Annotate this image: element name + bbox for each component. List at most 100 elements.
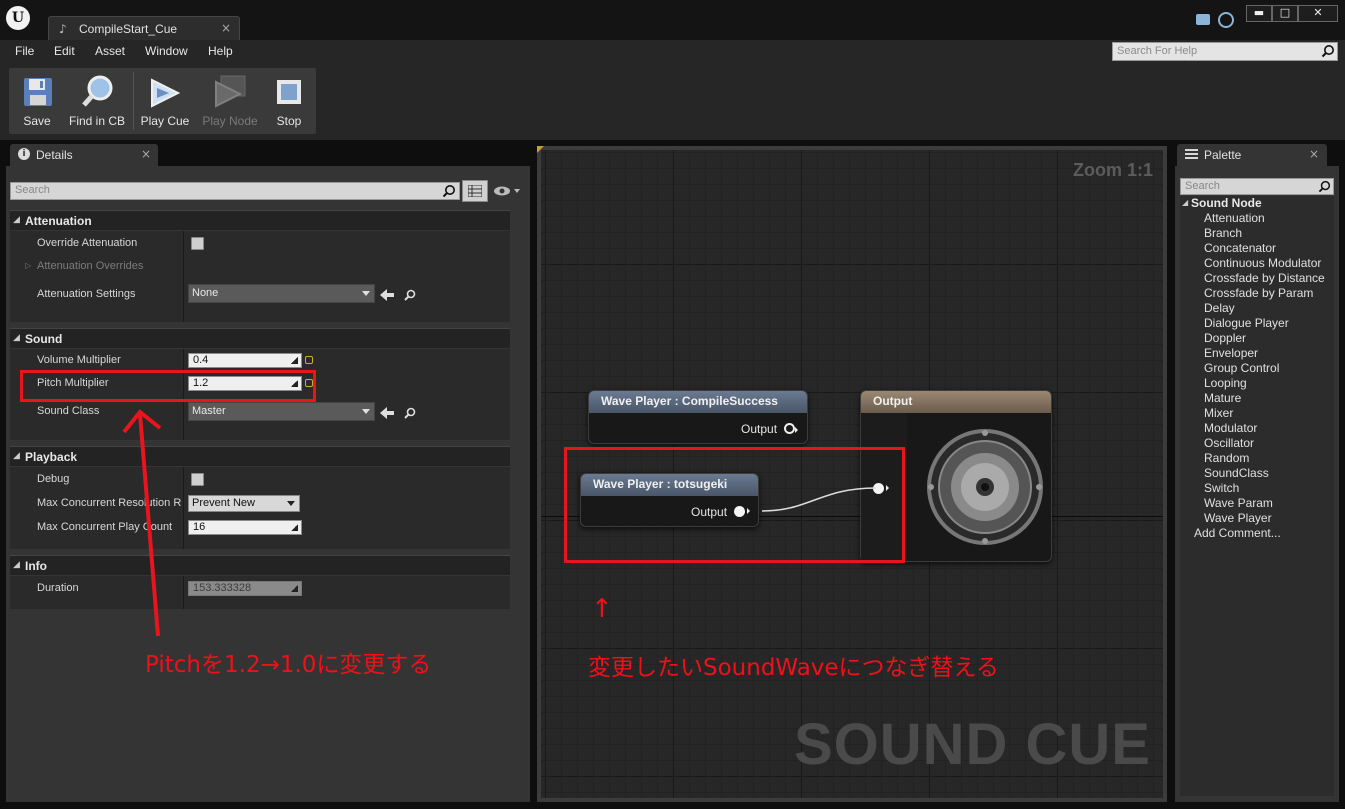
maximize-button[interactable]: □	[1272, 5, 1298, 22]
stop-button[interactable]: Stop	[265, 68, 313, 134]
palette-item[interactable]: Modulator	[1204, 421, 1334, 435]
reset-to-default-icon[interactable]	[305, 356, 313, 364]
menu-file[interactable]: File	[15, 44, 34, 58]
palette-item[interactable]: Group Control	[1204, 361, 1334, 375]
zoom-label: Zoom 1:1	[1072, 160, 1153, 180]
property-matrix-button[interactable]	[462, 180, 488, 202]
section-attenuation-title: Attenuation	[25, 214, 92, 228]
palette-item[interactable]: Mature	[1204, 391, 1334, 405]
menu-edit[interactable]: Edit	[54, 44, 75, 58]
use-selected-arrow-icon[interactable]	[380, 289, 394, 301]
sound-cue-icon: ♪	[59, 22, 67, 36]
details-close-icon[interactable]: ×	[141, 147, 151, 161]
help-search-input[interactable]: Search For Help	[1112, 42, 1338, 61]
prop-volume-multiplier: Volume Multiplier	[37, 354, 121, 366]
collapse-triangle-icon: ◢	[13, 451, 20, 461]
chat-icon[interactable]	[1196, 14, 1210, 25]
browse-search-icon[interactable]	[404, 289, 416, 301]
prop-duration: Duration	[37, 582, 79, 594]
use-selected-arrow-icon[interactable]	[380, 407, 394, 419]
volume-multiplier-field[interactable]: 0.4	[188, 353, 302, 368]
palette-item[interactable]: Wave Player	[1204, 511, 1334, 525]
palette-item[interactable]: Concatenator	[1204, 241, 1334, 255]
attenuation-settings-dropdown[interactable]: None	[188, 284, 375, 303]
collapse-triangle-icon[interactable]: ◢	[1182, 198, 1188, 207]
toolbar: Save Find in CB Play Cue Play Node Stop	[9, 68, 316, 134]
section-playback-body: Debug Max Concurrent Resolution R Preven…	[10, 467, 510, 549]
section-sound-header[interactable]: ◢ Sound	[10, 328, 510, 348]
section-info-body: Duration 153.333328	[10, 576, 510, 609]
duration-value: 153.333328	[193, 582, 252, 594]
info-icon: i	[18, 148, 30, 160]
find-in-cb-button[interactable]: Find in CB	[65, 68, 129, 134]
details-search-input[interactable]: Search	[10, 182, 460, 200]
palette-item[interactable]: Doppler	[1204, 331, 1334, 345]
play-cue-label: Play Cue	[140, 114, 190, 128]
tab-details[interactable]: i Details ×	[10, 144, 158, 166]
output-pin[interactable]	[784, 423, 798, 434]
palette-item[interactable]: Dialogue Player	[1204, 316, 1334, 330]
palette-item[interactable]: SoundClass	[1204, 466, 1334, 480]
play-count-field[interactable]: 16	[188, 520, 302, 535]
tab-close-icon[interactable]: ×	[221, 21, 231, 35]
section-attenuation-header[interactable]: ◢ Attenuation	[10, 210, 510, 230]
browse-search-icon[interactable]	[404, 407, 416, 419]
save-button[interactable]: Save	[11, 68, 63, 134]
palette-item[interactable]: Branch	[1204, 226, 1334, 240]
help-search-placeholder: Search For Help	[1117, 45, 1198, 57]
menu-window[interactable]: Window	[145, 44, 188, 58]
palette-item[interactable]: Attenuation	[1204, 211, 1334, 225]
unreal-logo-icon[interactable]: U	[6, 6, 30, 30]
palette-item[interactable]: Random	[1204, 451, 1334, 465]
menu-help[interactable]: Help	[208, 44, 233, 58]
palette-item[interactable]: Crossfade by Distance	[1204, 271, 1334, 285]
expand-triangle-icon[interactable]: ▷	[25, 261, 31, 270]
override-attenuation-checkbox[interactable]	[191, 237, 204, 250]
collapse-triangle-icon: ◢	[13, 560, 20, 570]
view-options-eye-icon[interactable]	[492, 184, 522, 198]
document-tab[interactable]: ♪ CompileStart_Cue ×	[48, 16, 240, 40]
close-window-button[interactable]: ✕	[1298, 5, 1338, 22]
add-comment-item[interactable]: Add Comment...	[1194, 526, 1281, 540]
prop-debug: Debug	[37, 473, 70, 485]
palette-item[interactable]: Looping	[1204, 376, 1334, 390]
menu-asset[interactable]: Asset	[95, 44, 125, 58]
palette-item[interactable]: Crossfade by Param	[1204, 286, 1334, 300]
resolution-rule-dropdown[interactable]: Prevent New	[188, 495, 300, 512]
collapse-triangle-icon: ◢	[13, 215, 20, 225]
save-icon	[24, 78, 52, 106]
search-icon	[442, 185, 455, 198]
palette-item[interactable]: Delay	[1204, 301, 1334, 315]
palette-list-icon	[1185, 149, 1198, 160]
palette-item[interactable]: Wave Param	[1204, 496, 1334, 510]
palette-category-sound-node[interactable]: Sound Node	[1191, 196, 1262, 210]
resize-grip-icon	[291, 524, 298, 531]
tab-palette[interactable]: Palette ×	[1177, 144, 1327, 166]
palette-item[interactable]: Oscillator	[1204, 436, 1334, 450]
minimize-button[interactable]: ▬	[1246, 5, 1272, 22]
prop-attenuation-settings: Attenuation Settings	[37, 288, 136, 300]
find-in-cb-label: Find in CB	[68, 114, 126, 128]
palette-close-icon[interactable]: ×	[1309, 147, 1319, 161]
prop-attenuation-overrides: Attenuation Overrides	[37, 260, 144, 272]
section-attenuation-body: Override Attenuation ▷ Attenuation Overr…	[10, 231, 510, 322]
play-cue-button[interactable]: Play Cue	[137, 68, 193, 134]
magnifier-icon	[82, 75, 113, 107]
annotation-arrow	[122, 409, 162, 637]
section-info-header[interactable]: ◢ Info	[10, 555, 510, 575]
play-node-button[interactable]: Play Node	[197, 68, 263, 134]
node-wave-player-compilesuccess[interactable]: Wave Player : CompileSuccess Output	[588, 390, 808, 444]
sound-class-dropdown[interactable]: Master	[188, 402, 375, 421]
section-sound-title: Sound	[25, 332, 63, 346]
palette-item[interactable]: Mixer	[1204, 406, 1334, 420]
section-info-title: Info	[25, 559, 47, 573]
sync-icon[interactable]	[1218, 12, 1234, 28]
debug-checkbox[interactable]	[191, 473, 204, 486]
palette-search-input[interactable]: Search	[1180, 178, 1334, 195]
annotation-box-nodes	[564, 447, 905, 563]
search-icon	[1321, 45, 1334, 58]
palette-item[interactable]: Continuous Modulator	[1204, 256, 1334, 270]
section-playback-header[interactable]: ◢ Playback	[10, 446, 510, 466]
palette-item[interactable]: Enveloper	[1204, 346, 1334, 360]
palette-item[interactable]: Switch	[1204, 481, 1334, 495]
